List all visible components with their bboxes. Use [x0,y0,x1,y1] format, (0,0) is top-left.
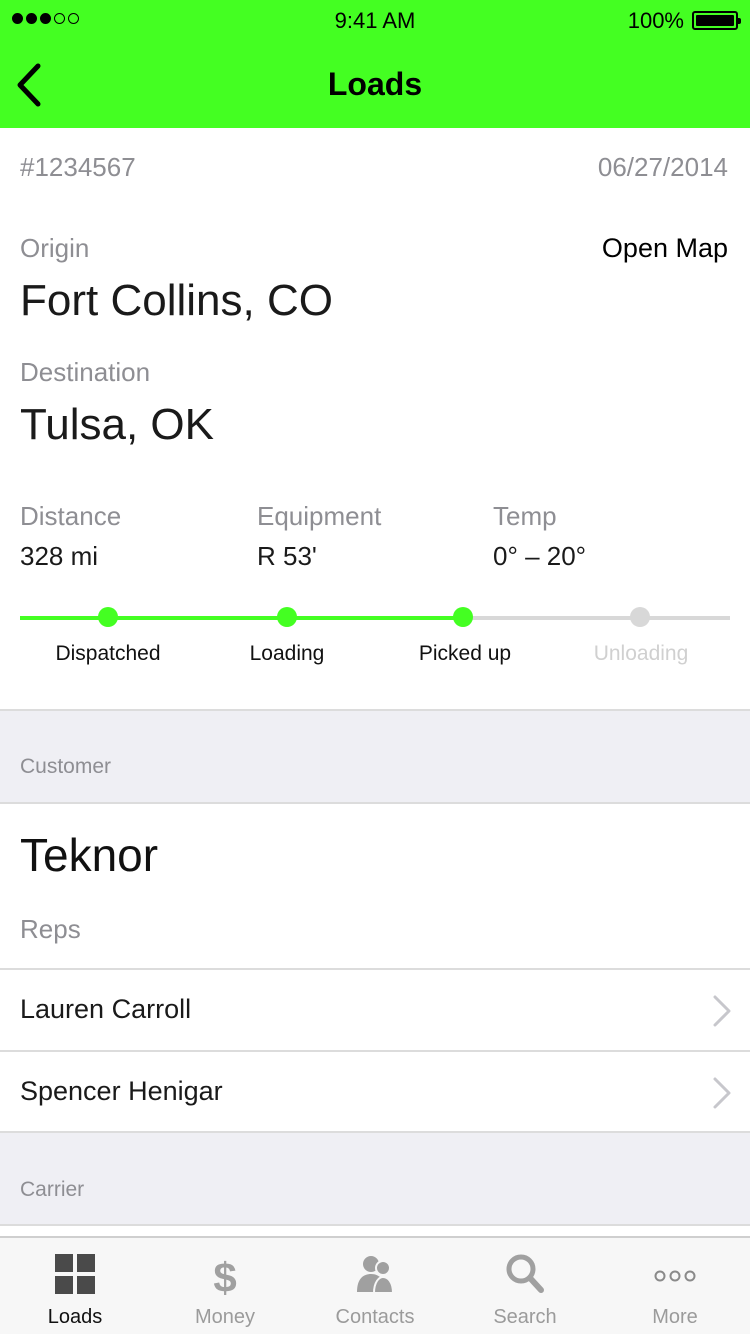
step-label-dispatched: Dispatched [55,642,161,665]
customer-section-header: Customer [0,709,750,804]
battery-icon [692,11,741,30]
nav-bar: 9:41 AM 100% Loads [0,0,750,128]
destination-label: Destination [20,357,151,387]
tab-label: Loads [47,1306,103,1328]
tab-label: Contacts [335,1306,415,1328]
rep-row[interactable]: Spencer Henigar [0,1050,750,1132]
chevron-right-icon [713,1077,731,1109]
equipment-label: Equipment [257,501,382,531]
temp-label: Temp [493,501,557,531]
customer-name: Teknor [20,829,159,881]
step-dot-loading [277,607,297,627]
tab-bar: Loads $ Money Contacts Search More [0,1236,750,1334]
customer-section-title: Customer [20,755,112,778]
origin-label: Origin [20,233,90,263]
progress-track [20,616,730,620]
rep-row[interactable]: Lauren Carroll [0,968,750,1050]
equipment-value: R 53' [257,541,317,571]
step-label-picked-up: Picked up [418,642,512,665]
step-label-loading: Loading [249,642,325,665]
contacts-icon [357,1256,395,1294]
load-id: #1234567 [20,152,136,182]
tab-loads[interactable]: Loads [0,1238,150,1334]
rep-name: Spencer Henigar [20,1076,223,1106]
distance-value: 328 mi [20,541,99,571]
carrier-section-title: Carrier [20,1178,85,1201]
tab-label: Money [194,1306,256,1328]
carrier-section-header: Carrier [0,1131,750,1226]
tab-search[interactable]: Search [450,1238,600,1334]
reps-label: Reps [20,914,81,944]
temp-value: 0° – 20° [493,541,587,571]
tab-label: More [652,1306,698,1328]
step-label-unloading: Unloading [593,642,689,665]
tab-label: Search [493,1306,557,1328]
status-bar: 9:41 AM 100% [0,0,750,40]
more-icon [654,1270,696,1282]
step-dot-dispatched [98,607,118,627]
rep-name: Lauren Carroll [20,994,192,1024]
load-date: 06/27/2014 [597,152,728,182]
tab-more[interactable]: More [600,1238,750,1334]
svg-text:$: $ [213,1254,236,1298]
step-dot-picked-up [453,607,473,627]
battery-percent: 100% [627,8,684,33]
search-icon [506,1254,544,1293]
step-dot-unloading [630,607,650,627]
progress-fill [20,616,463,620]
distance-label: Distance [20,501,122,531]
tab-money[interactable]: $ Money [150,1238,300,1334]
origin-value: Fort Collins, CO [20,276,333,325]
open-map-link[interactable]: Open Map [602,233,728,264]
chevron-right-icon [713,995,731,1027]
grid-icon [55,1254,95,1294]
destination-value: Tulsa, OK [20,400,214,449]
dollar-icon: $ [213,1254,236,1298]
tab-contacts[interactable]: Contacts [300,1238,450,1334]
page-title: Loads [327,66,423,102]
